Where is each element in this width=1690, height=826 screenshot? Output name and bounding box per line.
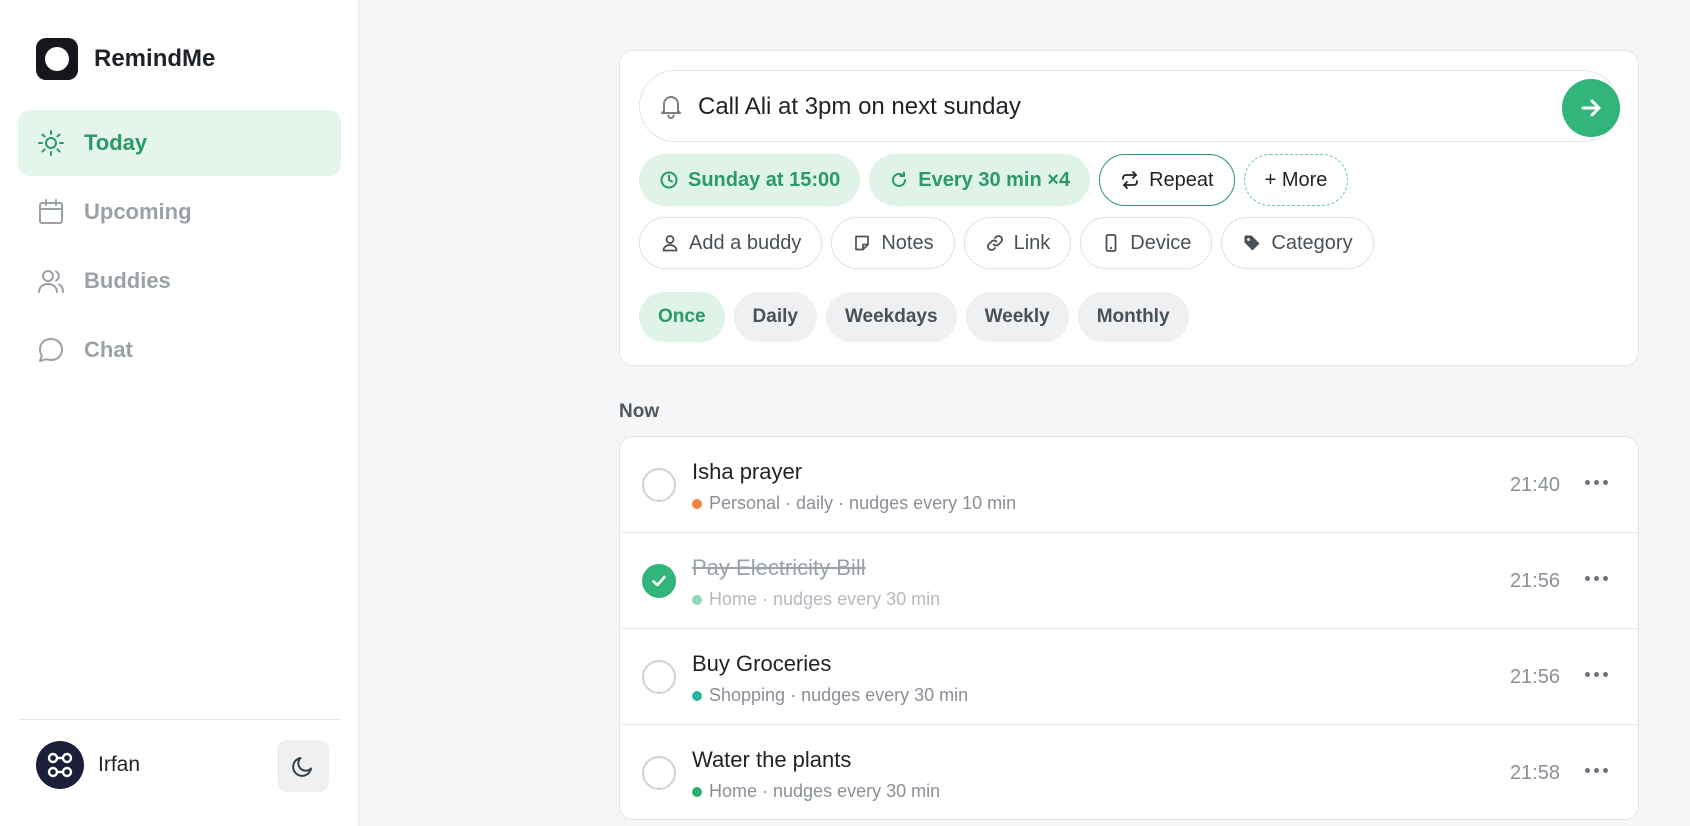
notes-chip[interactable]: Notes bbox=[831, 217, 955, 269]
more-options-icon[interactable] bbox=[1578, 755, 1614, 785]
sun-icon bbox=[36, 128, 66, 158]
bell-icon bbox=[661, 96, 681, 119]
complete-checkbox[interactable] bbox=[642, 564, 676, 598]
theme-toggle-button[interactable] bbox=[277, 740, 329, 792]
link-icon bbox=[986, 235, 1003, 251]
frequency-monthly[interactable]: Monthly bbox=[1077, 292, 1189, 342]
reminder-title: Pay Electricity Bill bbox=[692, 555, 866, 580]
complete-checkbox[interactable] bbox=[642, 756, 676, 790]
link-chip[interactable]: Link bbox=[963, 217, 1072, 269]
frequency-once[interactable]: Once bbox=[639, 292, 725, 342]
category-chip[interactable]: Category bbox=[1221, 217, 1374, 269]
complete-checkbox[interactable] bbox=[642, 468, 676, 502]
avatar bbox=[36, 741, 84, 789]
reminder-meta: Home · nudges every 30 min bbox=[692, 781, 940, 802]
chat-bubble-icon bbox=[36, 335, 66, 365]
refresh-icon bbox=[892, 171, 907, 187]
reminder-time: 21:58 bbox=[1509, 762, 1560, 784]
user-profile[interactable]: Irfan bbox=[36, 741, 140, 789]
reminder-time: 21:56 bbox=[1509, 570, 1560, 592]
sidebar: RemindMe Today Upcoming Buddies Chat Irf… bbox=[0, 0, 359, 826]
reminder-time: 21:40 bbox=[1509, 474, 1560, 496]
repeat-chip[interactable]: Repeat bbox=[1099, 154, 1235, 206]
section-title-now: Now bbox=[619, 401, 660, 422]
calendar-icon bbox=[36, 197, 66, 227]
category-dot bbox=[692, 498, 702, 509]
checkmark-icon bbox=[652, 575, 666, 587]
sidebar-item-label: Upcoming bbox=[84, 199, 192, 224]
sidebar-nav: Today Upcoming Buddies Chat bbox=[18, 110, 341, 386]
reminder-list: Isha prayer Personal · daily · nudges ev… bbox=[619, 436, 1639, 820]
complete-checkbox[interactable] bbox=[642, 660, 676, 694]
sidebar-item-buddies[interactable]: Buddies bbox=[18, 248, 341, 314]
sidebar-item-label: Today bbox=[84, 130, 148, 155]
brand[interactable]: RemindMe bbox=[36, 38, 215, 80]
user-icon bbox=[662, 235, 678, 252]
category-dot bbox=[692, 786, 702, 797]
list-item[interactable]: Isha prayer Personal · daily · nudges ev… bbox=[620, 437, 1638, 533]
list-item[interactable]: Buy Groceries Shopping · nudges every 30… bbox=[620, 629, 1638, 725]
device-chip[interactable]: Device bbox=[1080, 217, 1213, 269]
reminder-meta: Personal · daily · nudges every 10 min bbox=[692, 493, 1016, 514]
nudge-interval-chip[interactable]: Every 30 min ×4 bbox=[869, 154, 1091, 206]
more-chip[interactable]: + More bbox=[1243, 154, 1349, 206]
reminder-input-row bbox=[639, 70, 1620, 142]
app-name: RemindMe bbox=[94, 45, 216, 72]
reminder-input[interactable] bbox=[698, 85, 1528, 129]
user-name: Irfan bbox=[98, 753, 141, 776]
frequency-weekdays[interactable]: Weekdays bbox=[825, 292, 957, 342]
sidebar-item-label: Chat bbox=[84, 337, 133, 362]
reminder-title: Water the plants bbox=[692, 747, 852, 772]
sidebar-divider bbox=[18, 719, 341, 720]
schedule-chip[interactable]: Sunday at 15:00 bbox=[639, 154, 861, 206]
reminder-meta: Home · nudges every 30 min bbox=[692, 589, 940, 610]
list-item[interactable]: Pay Electricity Bill Home · nudges every… bbox=[620, 533, 1638, 629]
more-options-icon[interactable] bbox=[1578, 659, 1614, 689]
moon-icon bbox=[292, 757, 312, 777]
more-options-icon[interactable] bbox=[1578, 563, 1614, 593]
repeat-icon bbox=[1122, 171, 1138, 189]
reminder-title: Buy Groceries bbox=[692, 651, 832, 676]
reminder-composer: Sunday at 15:00 Every 30 min ×4 Repeat +… bbox=[619, 50, 1639, 366]
clock-icon bbox=[660, 171, 678, 189]
more-options-icon[interactable] bbox=[1578, 467, 1614, 497]
reminder-title: Isha prayer bbox=[692, 459, 803, 484]
sidebar-item-chat[interactable]: Chat bbox=[18, 317, 341, 383]
reminder-time: 21:56 bbox=[1509, 666, 1560, 688]
primary-chip-row: Sunday at 15:00 Every 30 min ×4 Repeat +… bbox=[639, 154, 1349, 206]
sidebar-item-upcoming[interactable]: Upcoming bbox=[18, 179, 341, 245]
sidebar-item-today[interactable]: Today bbox=[18, 110, 341, 176]
tag-icon bbox=[1244, 235, 1260, 251]
phone-icon bbox=[1105, 234, 1117, 252]
app-logo-icon bbox=[36, 38, 78, 80]
submit-button[interactable] bbox=[1562, 79, 1620, 137]
arrow-right-icon bbox=[1581, 99, 1601, 117]
sidebar-item-label: Buddies bbox=[84, 268, 171, 293]
frequency-row: Once Daily Weekdays Weekly Monthly bbox=[639, 292, 1189, 342]
frequency-weekly[interactable]: Weekly bbox=[965, 292, 1069, 342]
category-dot bbox=[692, 594, 702, 605]
list-item[interactable]: Water the plants Home · nudges every 30 … bbox=[620, 725, 1638, 819]
users-icon bbox=[36, 266, 66, 296]
add-buddy-chip[interactable]: Add a buddy bbox=[639, 217, 823, 269]
note-icon bbox=[855, 235, 870, 251]
frequency-daily[interactable]: Daily bbox=[733, 292, 817, 342]
category-dot bbox=[692, 690, 702, 701]
secondary-chip-row: Add a buddy Notes Link Device Category bbox=[639, 217, 1374, 269]
reminder-meta: Shopping · nudges every 30 min bbox=[692, 685, 968, 706]
